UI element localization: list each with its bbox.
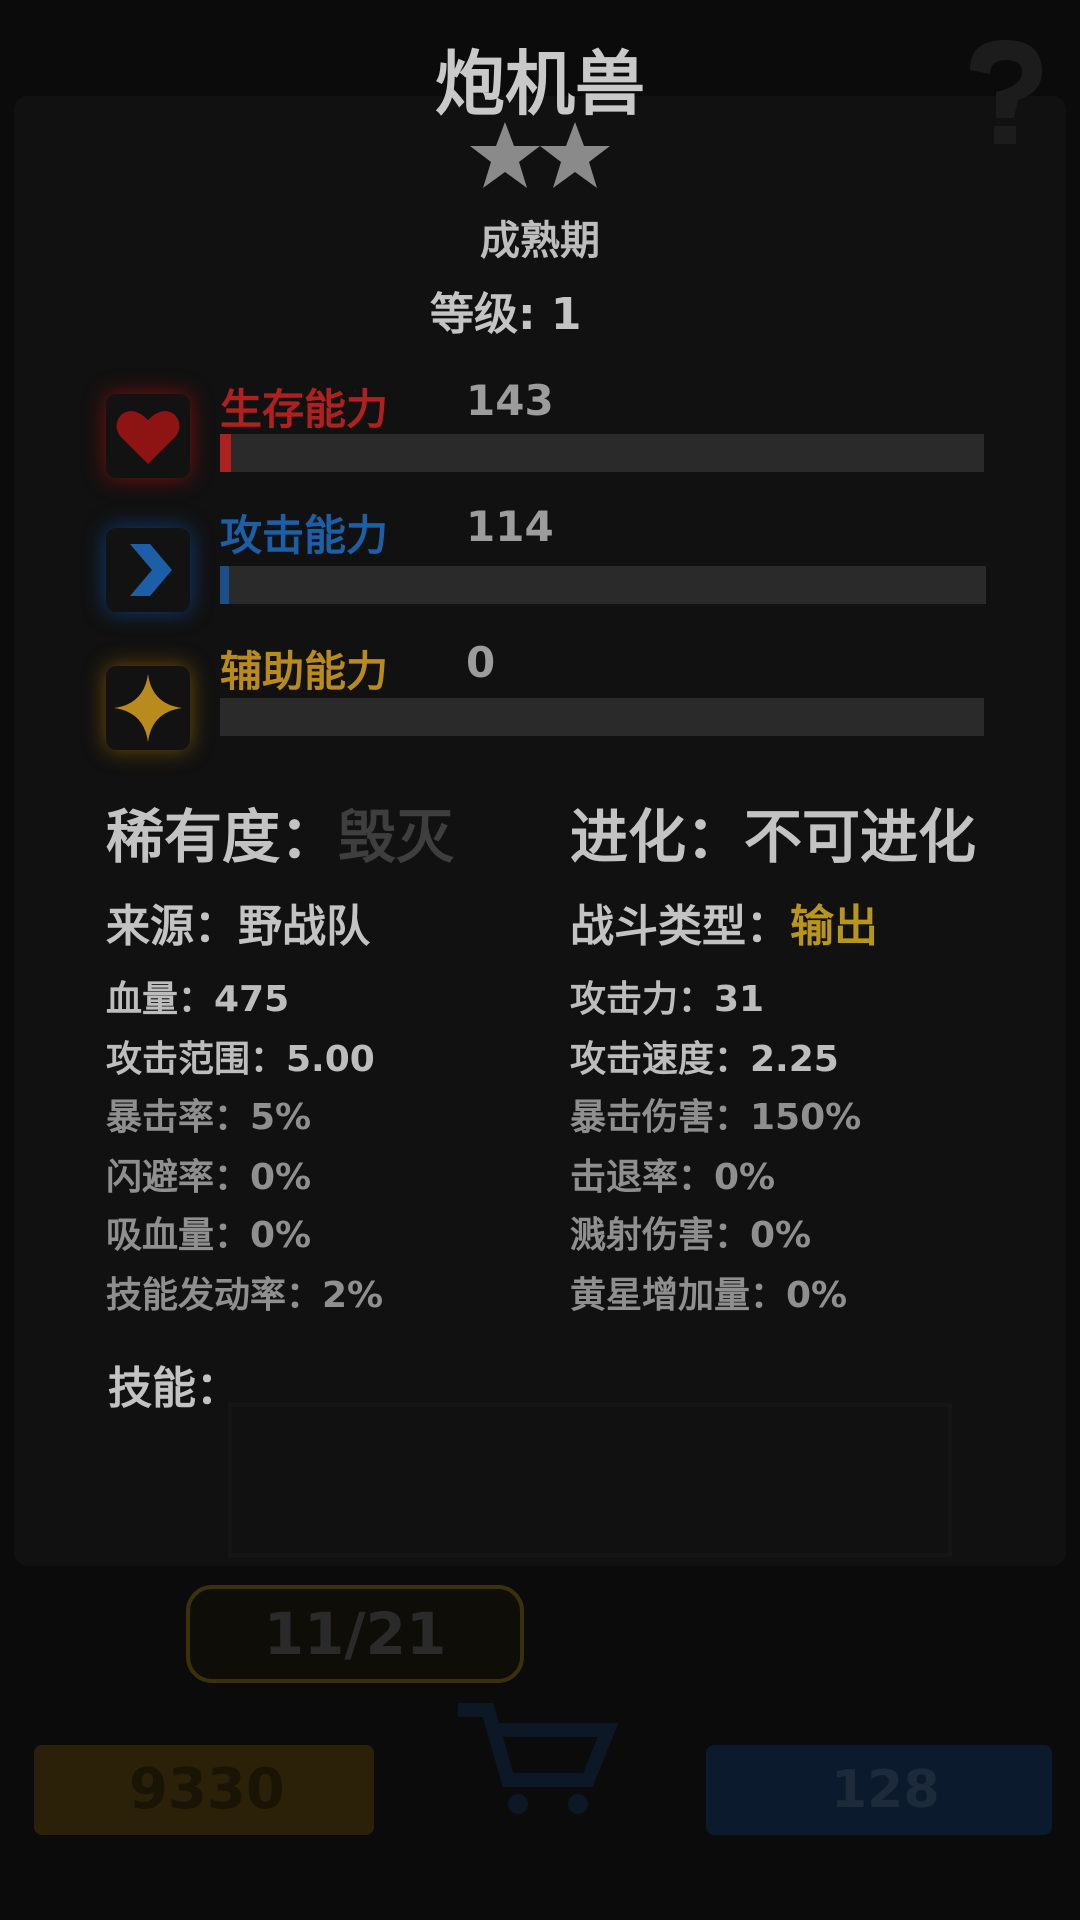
combat-type-row: 战斗类型：输出 [570,890,878,954]
stat-knockback-rate: 击退率：0% [570,1157,776,1198]
rarity-row: 稀有度：毁灭 [106,790,454,874]
gold-amount: 9330 [34,1745,374,1835]
survival-icon-box [106,394,190,478]
support-bar [220,698,984,736]
stat-dodge-rate: 闪避率：0% [106,1157,312,1198]
source-value: 野战队 [238,901,370,952]
stat-attack-range: 攻击范围：5.00 [106,1039,375,1080]
star-icon [540,122,610,188]
chevron-right-icon [130,544,172,596]
source-row: 来源：野战队 [106,890,370,954]
evolution-label: 进化： [570,803,745,871]
star-rating [0,118,1080,198]
stat-hp: 血量：475 [106,979,290,1020]
skill-slot-frame [228,1403,952,1557]
attack-bar-fill [220,566,230,604]
rarity-value: 毁灭 [338,803,455,871]
attack-value: 114 [466,502,554,551]
stat-attack-speed: 攻击速度：2.25 [570,1039,839,1080]
attack-bar [220,566,986,604]
sparkle-star-icon [114,674,182,742]
support-label: 辅助能力 [220,647,389,696]
shop-cart-icon [458,1703,618,1814]
skills-label: 技能： [108,1363,240,1414]
attack-label: 攻击能力 [220,511,389,560]
collection-counter: 11/21 [186,1585,524,1683]
rarity-label: 稀有度： [106,803,339,871]
growth-stage: 成熟期 [480,218,600,264]
stat-splash-damage: 溅射伤害：0% [570,1215,812,1256]
star-currency-amount: 128 [706,1745,1052,1835]
support-icon-box [106,666,190,750]
unit-name: 炮机兽 [435,43,645,125]
source-label: 来源： [106,901,238,952]
evolution-value: 不可进化 [744,803,977,871]
stat-attack-power: 攻击力：31 [570,979,765,1020]
star-rating-icons [470,122,610,188]
stat-crit-damage: 暴击伤害：150% [570,1097,862,1138]
survival-value: 143 [466,376,554,425]
heart-icon [116,411,180,464]
survival-bar [220,434,984,472]
attack-icon-box [106,528,190,612]
stat-skill-trigger-rate: 技能发动率：2% [106,1275,384,1316]
combat-type-label: 战斗类型： [570,901,790,952]
survival-bar-fill [220,434,231,472]
stat-lifesteal: 吸血量：0% [106,1215,312,1256]
combat-type-value: 输出 [790,901,878,952]
support-value: 0 [466,638,496,687]
survival-label: 生存能力 [220,385,389,434]
stat-yellow-star-bonus: 黄星增加量：0% [570,1275,848,1316]
unit-level: 等级: 1 [430,289,582,340]
evolution-row: 进化：不可进化 [570,790,976,874]
star-icon [470,122,540,188]
stat-crit-rate: 暴击率：5% [106,1097,312,1138]
